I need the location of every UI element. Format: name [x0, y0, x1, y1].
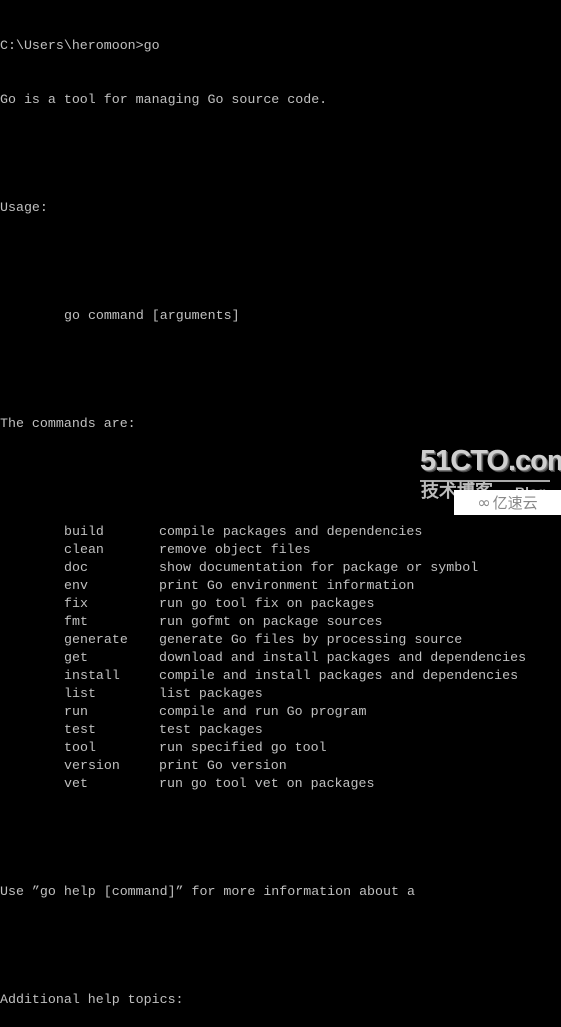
command-list: build compile packages and dependencies cl… — [0, 523, 561, 793]
intro-line: Go is a tool for managing Go source code… — [0, 92, 328, 107]
command-name: version — [64, 758, 120, 773]
command-name: generate — [64, 632, 128, 647]
command-name: build — [64, 524, 104, 539]
command-description: print Go environment information — [159, 578, 415, 593]
command-row: get download and install packages and dep… — [0, 649, 561, 667]
command-row: run compile and run Go program — [0, 703, 561, 721]
command-description: compile packages and dependencies — [159, 524, 423, 539]
command-row: list list packages — [0, 685, 561, 703]
cloud-logo-icon: ∞ — [477, 493, 491, 512]
command-description: run gofmt on package sources — [159, 614, 383, 629]
command-description: test packages — [159, 722, 263, 737]
command-row: fix run go tool fix on packages — [0, 595, 561, 613]
command-name: list — [64, 686, 96, 701]
command-row: install compile and install packages and … — [0, 667, 561, 685]
command-name: clean — [64, 542, 104, 557]
command-description: run go tool fix on packages — [159, 596, 375, 611]
command-description: download and install packages and depend… — [159, 650, 527, 665]
command-description: compile and run Go program — [159, 704, 367, 719]
command-name: run — [64, 704, 88, 719]
command-row: env print Go environment information — [0, 577, 561, 595]
command-name: env — [64, 578, 88, 593]
command-name: tool — [64, 740, 96, 755]
command-row: fmt run gofmt on package sources — [0, 613, 561, 631]
usage-label: Usage: — [0, 200, 48, 215]
command-description: compile and install packages and depende… — [159, 668, 519, 683]
command-row: generate generate Go files by processing … — [0, 631, 561, 649]
additional-topics-header: Additional help topics: — [0, 992, 184, 1007]
command-description: remove object files — [159, 542, 311, 557]
watermark-51cto-logo: 51CTO.com — [420, 446, 561, 482]
command-name: fix — [64, 596, 88, 611]
command-row: build compile packages and dependencies — [0, 523, 561, 541]
command-row: vet run go tool vet on packages — [0, 775, 561, 793]
command-name: doc — [64, 560, 88, 575]
command-description: generate Go files by processing source — [159, 632, 463, 647]
command-description: run specified go tool — [159, 740, 327, 755]
command-description: list packages — [159, 686, 263, 701]
command-description: run go tool vet on packages — [159, 776, 375, 791]
command-row: clean remove object files — [0, 541, 561, 559]
command-name: get — [64, 650, 88, 665]
command-row: test test packages — [0, 721, 561, 739]
command-description: show documentation for package or symbol — [159, 560, 479, 575]
usage-syntax: go command [arguments] — [64, 308, 240, 323]
commands-header: The commands are: — [0, 416, 136, 431]
command-name: vet — [64, 776, 88, 791]
command-row: tool run specified go tool — [0, 739, 561, 757]
command-name: fmt — [64, 614, 88, 629]
command-row: version print Go version — [0, 757, 561, 775]
watermark-yisu: ∞ 亿速云 — [454, 490, 561, 515]
prompt-line: C:\Users\heromoon>go — [0, 38, 160, 53]
help-hint: Use ”go help [command]” for more informa… — [0, 884, 415, 899]
command-description: print Go version — [159, 758, 287, 773]
command-name: test — [64, 722, 96, 737]
command-name: install — [64, 668, 120, 683]
command-row: doc show documentation for package or sym… — [0, 559, 561, 577]
watermark-yisu-text: 亿速云 — [492, 494, 538, 512]
